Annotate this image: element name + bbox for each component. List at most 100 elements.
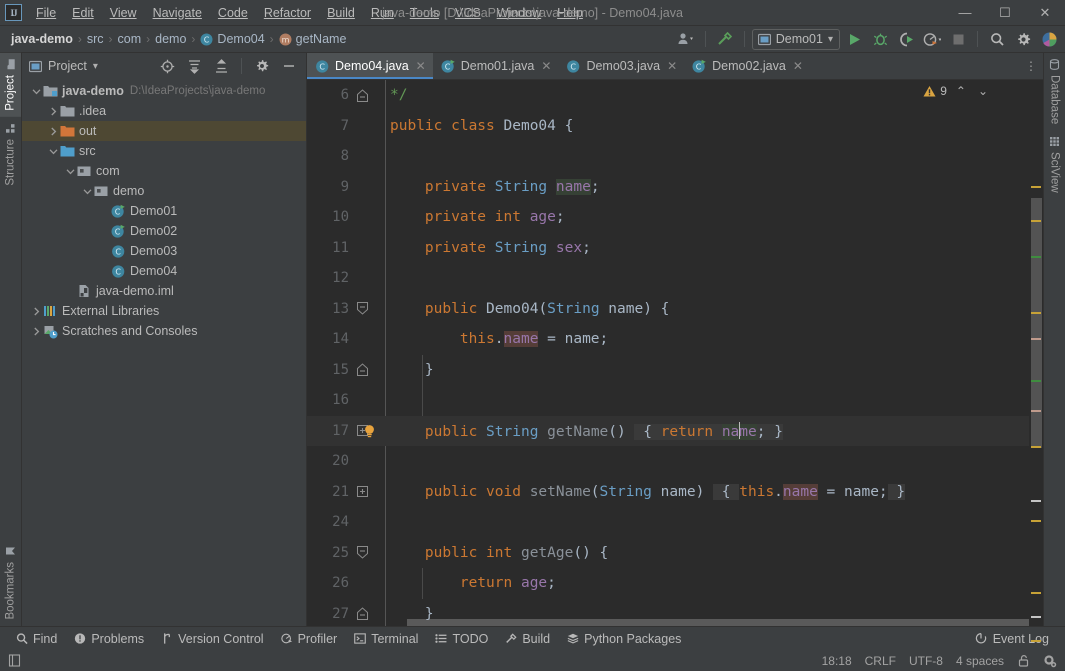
expand-all-icon[interactable]: [182, 55, 206, 77]
editor-gutter[interactable]: 20: [307, 446, 385, 477]
close-button[interactable]: ✕: [1025, 0, 1065, 26]
code-line[interactable]: 9 private String name;: [307, 171, 1029, 202]
maximize-button[interactable]: ☐: [985, 0, 1025, 26]
editor-gutter[interactable]: 15: [307, 354, 385, 385]
code-line[interactable]: 17 public String getName() { return name…: [307, 415, 1029, 446]
editor-gutter[interactable]: 11: [307, 232, 385, 263]
editor-gutter[interactable]: 13: [307, 293, 385, 324]
breadcrumb-item-project[interactable]: java-demo: [8, 31, 76, 47]
code-line[interactable]: 27 }: [307, 598, 1029, 626]
close-icon[interactable]: ✕: [541, 59, 551, 73]
stripe-marker[interactable]: [1031, 186, 1041, 188]
indent-setting[interactable]: 4 spaces: [956, 654, 1004, 668]
fold-collapse-end-icon[interactable]: [351, 89, 373, 102]
stripe-marker[interactable]: [1031, 616, 1041, 618]
ide-features-icon[interactable]: [1037, 28, 1061, 50]
tree-node-demo01[interactable]: C Demo01: [22, 201, 306, 221]
code-editor[interactable]: 9 ⌃ ⌄ 6 */ 7 public class Demo04 {8 9 privat…: [307, 80, 1029, 626]
tree-node-demo02[interactable]: C Demo02: [22, 221, 306, 241]
breadcrumb-item-class[interactable]: C Demo04: [197, 31, 267, 47]
chevron-down-icon[interactable]: [81, 187, 94, 196]
caret-position[interactable]: 18:18: [822, 654, 852, 668]
editor-gutter[interactable]: 17: [307, 415, 385, 446]
chevron-down-icon[interactable]: [30, 87, 43, 96]
chevron-right-icon[interactable]: [47, 127, 60, 136]
editor-gutter[interactable]: 21: [307, 476, 385, 507]
sidebar-item-structure[interactable]: Structure: [0, 117, 21, 192]
editor-gutter[interactable]: 27: [307, 598, 385, 626]
line-separator[interactable]: CRLF: [865, 654, 896, 668]
bottom-tool-problems[interactable]: Problems: [66, 630, 152, 648]
menu-help[interactable]: Help: [549, 4, 591, 22]
editor-gutter[interactable]: 25: [307, 537, 385, 568]
code-line[interactable]: 26 return age;: [307, 568, 1029, 599]
code-line[interactable]: 21 public void setName(String name) { th…: [307, 476, 1029, 507]
fold-collapse-start-icon[interactable]: [351, 302, 373, 315]
debug-icon[interactable]: [868, 28, 892, 50]
error-stripe[interactable]: [1029, 80, 1043, 642]
code-line[interactable]: 6 */: [307, 80, 1029, 111]
user-settings-icon[interactable]: [674, 28, 698, 50]
run-with-coverage-icon[interactable]: [894, 28, 918, 50]
menu-refactor[interactable]: Refactor: [256, 4, 319, 22]
editor-tab-demo04[interactable]: C Demo04.java ✕: [307, 53, 433, 79]
previous-problem-icon[interactable]: ⌃: [951, 84, 971, 98]
tree-node--idea[interactable]: .idea: [22, 101, 306, 121]
locate-icon[interactable]: [155, 55, 179, 77]
menu-run[interactable]: Run: [363, 4, 402, 22]
code-line[interactable]: 14 this.name = name;: [307, 324, 1029, 355]
menu-window[interactable]: Window: [489, 4, 549, 22]
code-line-text[interactable]: public Demo04(String name) {: [385, 301, 669, 317]
menu-view[interactable]: View: [102, 4, 145, 22]
tree-node-src[interactable]: src: [22, 141, 306, 161]
stripe-marker[interactable]: [1031, 338, 1041, 340]
code-line[interactable]: 7 public class Demo04 {: [307, 110, 1029, 141]
file-encoding[interactable]: UTF-8: [909, 654, 943, 668]
build-hammer-icon[interactable]: [713, 28, 737, 50]
bottom-tool-build[interactable]: Build: [497, 630, 558, 648]
bottom-tool-find[interactable]: Find: [8, 630, 65, 648]
editor-gutter[interactable]: 9: [307, 171, 385, 202]
chevron-right-icon[interactable]: [30, 327, 43, 336]
chevron-down-icon[interactable]: ▾: [93, 61, 98, 72]
minimize-button[interactable]: —: [945, 0, 985, 26]
editor-gutter[interactable]: 12: [307, 263, 385, 294]
menu-code[interactable]: Code: [210, 4, 256, 22]
code-line[interactable]: 13 public Demo04(String name) {: [307, 293, 1029, 324]
settings-gear-icon[interactable]: [1011, 28, 1035, 50]
stripe-marker[interactable]: [1031, 640, 1041, 642]
stripe-marker[interactable]: [1031, 500, 1041, 502]
editor-tab-demo02[interactable]: C Demo02.java ✕: [684, 53, 810, 79]
hide-icon[interactable]: [277, 55, 301, 77]
code-line[interactable]: 20: [307, 446, 1029, 477]
tree-node-java-demo-iml[interactable]: java-demo.iml: [22, 281, 306, 301]
sidebar-item-project[interactable]: Project: [0, 53, 21, 117]
sidebar-item-bookmarks[interactable]: Bookmarks: [0, 540, 21, 626]
code-line-text[interactable]: public class Demo04 {: [385, 118, 573, 134]
code-line-text[interactable]: return age;: [385, 575, 556, 591]
code-line-text[interactable]: private String name;: [385, 178, 600, 195]
code-line[interactable]: 16: [307, 385, 1029, 416]
code-line-text[interactable]: private String sex;: [385, 240, 591, 256]
editor-tabs-overflow-icon[interactable]: ⋮: [1025, 53, 1043, 79]
run-configuration-selector[interactable]: Demo01 ▾: [751, 28, 840, 50]
collapse-all-icon[interactable]: [209, 55, 233, 77]
stop-icon[interactable]: [946, 28, 970, 50]
stripe-marker[interactable]: [1031, 312, 1041, 314]
stripe-marker[interactable]: [1031, 410, 1041, 412]
tree-node-com[interactable]: com: [22, 161, 306, 181]
fold-collapse-start-icon[interactable]: [351, 546, 373, 559]
bottom-tool-version-control[interactable]: Version Control: [153, 630, 271, 648]
code-line-text[interactable]: */: [385, 87, 407, 103]
close-icon[interactable]: ✕: [793, 59, 803, 73]
event-log-button[interactable]: Event Log: [967, 630, 1057, 648]
code-line-text[interactable]: }: [385, 606, 434, 622]
breadcrumb-item-com[interactable]: com: [115, 31, 145, 47]
stripe-marker[interactable]: [1031, 520, 1041, 522]
code-line-text[interactable]: public String getName() { return name; }: [385, 421, 783, 440]
editor-gutter[interactable]: 14: [307, 324, 385, 355]
close-icon[interactable]: ✕: [416, 59, 426, 73]
stripe-marker[interactable]: [1031, 380, 1041, 382]
bottom-tool-todo[interactable]: TODO: [427, 630, 496, 648]
menu-navigate[interactable]: Navigate: [145, 4, 210, 22]
